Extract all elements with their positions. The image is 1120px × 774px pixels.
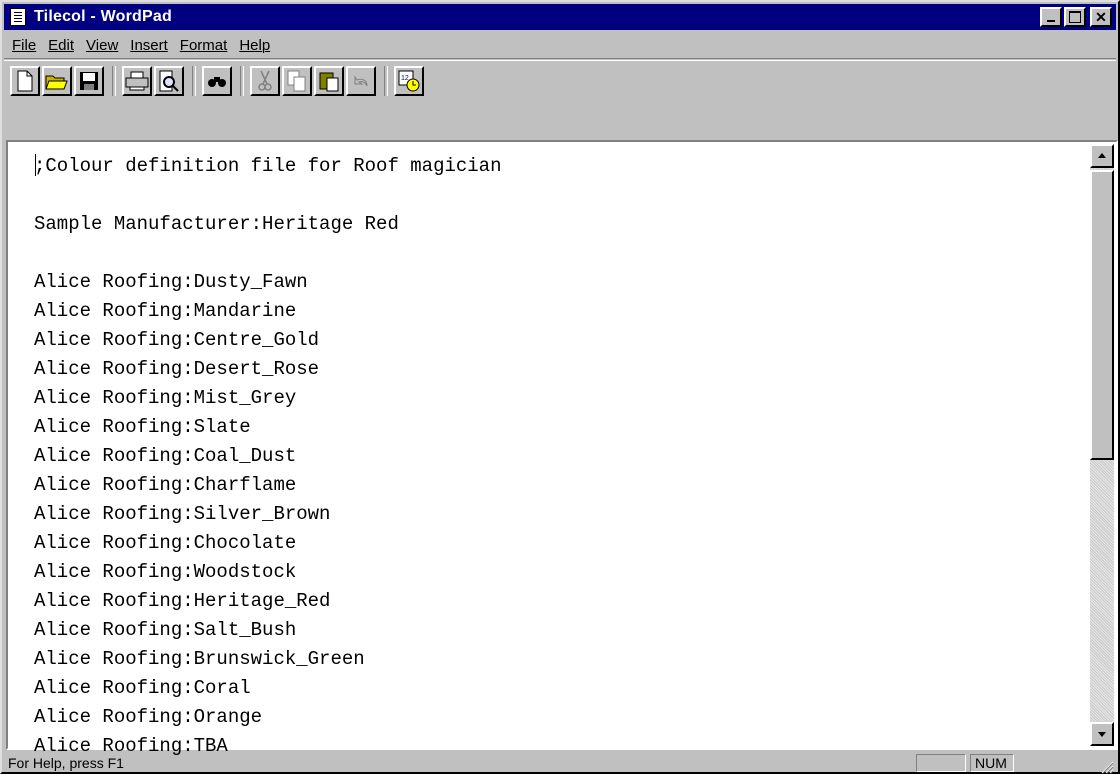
document-line: Alice Roofing:Charflame xyxy=(34,474,297,496)
document-line: Alice Roofing:Slate xyxy=(34,416,251,438)
document-line: Alice Roofing:Centre_Gold xyxy=(34,329,320,351)
scroll-up-button[interactable] xyxy=(1090,144,1114,168)
minimize-button[interactable] xyxy=(1040,7,1062,27)
document-line: Alice Roofing:Silver_Brown xyxy=(34,503,331,525)
open-icon xyxy=(45,75,68,90)
copy-icon xyxy=(287,70,306,92)
svg-text:12: 12 xyxy=(401,75,409,82)
save-button[interactable] xyxy=(74,66,104,96)
menu-help[interactable]: Help xyxy=(239,37,270,54)
copy-button[interactable] xyxy=(282,66,312,96)
new-icon xyxy=(17,70,33,92)
status-bar: For Help, press F1 NUM xyxy=(4,752,1116,774)
resize-grip-icon[interactable] xyxy=(1098,758,1114,774)
cut-icon xyxy=(258,70,272,91)
paste-button[interactable] xyxy=(314,66,344,96)
arrow-down-icon xyxy=(1098,732,1106,737)
title-bar[interactable]: Tilecol - WordPad ✕ xyxy=(4,4,1116,30)
menu-edit[interactable]: Edit xyxy=(48,37,74,54)
wordpad-window: Tilecol - WordPad ✕ File Edit View Inser… xyxy=(0,0,1120,774)
maximize-button[interactable] xyxy=(1064,7,1086,27)
date-time-button[interactable]: 12 xyxy=(394,66,424,96)
menu-bar: File Edit View Insert Format Help xyxy=(4,32,1116,59)
date-time-icon: 12 xyxy=(398,70,420,92)
document-line: Alice Roofing:Chocolate xyxy=(34,532,297,554)
document-line: Alice Roofing:Dusty_Fawn xyxy=(34,271,308,293)
cut-button[interactable] xyxy=(250,66,280,96)
new-document-button[interactable] xyxy=(10,66,40,96)
document-text[interactable]: ;Colour definition file for Roof magicia… xyxy=(34,152,501,761)
menu-file[interactable]: File xyxy=(12,37,36,54)
print-icon xyxy=(125,71,149,91)
status-help-text: For Help, press F1 xyxy=(8,755,124,771)
vertical-scrollbar[interactable] xyxy=(1090,144,1114,746)
scrollbar-thumb[interactable] xyxy=(1090,170,1114,460)
document-line: Alice Roofing:Salt_Bush xyxy=(34,619,297,641)
scroll-down-button[interactable] xyxy=(1090,722,1114,746)
save-icon xyxy=(80,72,98,90)
undo-icon xyxy=(354,75,368,87)
find-button[interactable] xyxy=(202,66,232,96)
document-line: Alice Roofing:Heritage_Red xyxy=(34,590,331,612)
document-line: Alice Roofing:Brunswick_Green xyxy=(34,648,365,670)
document-line: Alice Roofing:Mandarine xyxy=(34,300,297,322)
paste-icon xyxy=(319,72,339,92)
document-line: Alice Roofing:Mist_Grey xyxy=(34,387,297,409)
window-title: Tilecol - WordPad xyxy=(34,8,172,25)
close-button[interactable]: ✕ xyxy=(1090,7,1112,27)
print-preview-button[interactable] xyxy=(154,66,184,96)
document-editor[interactable]: ;Colour definition file for Roof magicia… xyxy=(6,140,1118,757)
print-button[interactable] xyxy=(122,66,152,96)
find-icon xyxy=(208,77,226,87)
menu-insert[interactable]: Insert xyxy=(130,37,168,54)
document-line: Alice Roofing:Desert_Rose xyxy=(34,358,320,380)
document-line: ;Colour definition file for Roof magicia… xyxy=(34,155,502,177)
document-line: Alice Roofing:Coral xyxy=(34,677,251,699)
undo-button[interactable] xyxy=(346,66,376,96)
document-line: Sample Manufacturer:Heritage Red xyxy=(34,213,399,235)
document-line: Alice Roofing:Orange xyxy=(34,706,263,728)
print-preview-icon xyxy=(159,70,179,92)
status-panel-empty xyxy=(916,754,966,772)
num-lock-indicator: NUM xyxy=(970,754,1014,772)
menu-format[interactable]: Format xyxy=(180,37,228,54)
arrow-up-icon xyxy=(1098,153,1106,158)
menu-view[interactable]: View xyxy=(86,37,118,54)
toolbar: 12 xyxy=(4,60,1116,101)
wordpad-app-icon[interactable] xyxy=(10,8,26,26)
document-line: Alice Roofing:Woodstock xyxy=(34,561,297,583)
document-line: Alice Roofing:Coal_Dust xyxy=(34,445,297,467)
open-button[interactable] xyxy=(42,66,72,96)
